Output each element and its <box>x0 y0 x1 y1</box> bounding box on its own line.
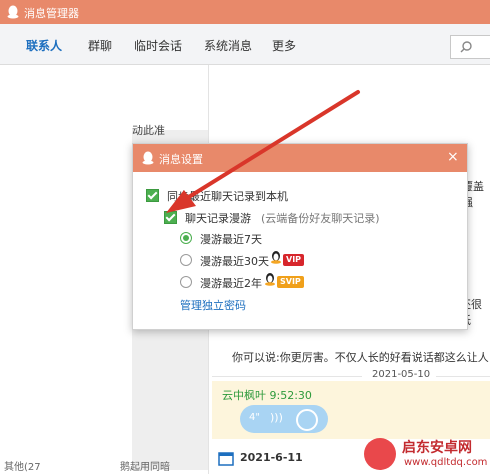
tab-group-chat[interactable]: 群聊 <box>88 37 112 54</box>
voice-duration: 4" <box>249 412 260 423</box>
dialog-titlebar: 消息设置 × <box>133 144 467 172</box>
tab-temp-chat[interactable]: 临时会话 <box>134 37 182 54</box>
watermark-logo-icon <box>364 438 396 470</box>
roam-7days-radio[interactable] <box>180 232 192 244</box>
roam-30days-label: 漫游最近30天 <box>200 255 269 268</box>
vip-badge: VIP <box>283 254 305 266</box>
voice-wave-icon: ))) <box>270 411 283 424</box>
roam-label: 聊天记录漫游 <box>185 212 251 225</box>
qq-logo-icon <box>7 5 19 19</box>
message-text: 你可以说:你更厉害。不仅人长的好看说话都这么让人 <box>232 351 489 364</box>
watermark-name: 启东安卓网 <box>402 440 472 456</box>
roam-2years-radio[interactable] <box>180 276 192 288</box>
search-input[interactable] <box>450 35 490 59</box>
close-icon[interactable]: × <box>447 149 459 165</box>
group-partial-label[interactable]: 鹅起用同暗 <box>120 458 170 473</box>
site-watermark: 启东安卓网 www.qdltdq.com <box>352 433 490 474</box>
voice-to-text-icon[interactable] <box>296 409 318 431</box>
group-other-label[interactable]: 其他(27 <box>4 458 41 473</box>
calendar-icon <box>218 452 234 466</box>
voice-message[interactable]: 4" ))) <box>240 405 328 433</box>
message-settings-dialog: 消息设置 × 同步最近聊天记录到本机 聊天记录漫游 (云端备份好友聊天记录) 漫… <box>132 143 468 330</box>
roam-2years-label: 漫游最近2年 <box>200 277 262 290</box>
penguin-vip-icon <box>271 251 281 264</box>
tab-contacts[interactable]: 联系人 <box>26 37 62 54</box>
manage-password-link[interactable]: 管理独立密码 <box>180 297 246 313</box>
tab-bar: 联系人 群聊 临时会话 系统消息 更多 <box>0 24 490 65</box>
roam-hint: (云端备份好友聊天记录) <box>261 212 380 225</box>
window-title: 消息管理器 <box>24 7 79 20</box>
qq-logo-icon <box>142 151 154 165</box>
date-divider <box>212 376 362 377</box>
roam-checkbox[interactable] <box>164 211 177 224</box>
date-separator: 2021-05-10 <box>372 369 431 380</box>
tab-system-messages[interactable]: 系统消息 <box>204 37 252 54</box>
roam-30days-radio[interactable] <box>180 254 192 266</box>
svip-badge: SVIP <box>277 276 304 288</box>
window-titlebar: 消息管理器 <box>0 0 490 24</box>
sync-checkbox[interactable] <box>146 189 159 202</box>
date-heading: 2021-6-11 <box>240 451 303 464</box>
tab-more[interactable]: 更多 <box>272 37 296 54</box>
penguin-svip-icon <box>265 273 275 286</box>
contact-partial-label: 动此准 <box>132 124 165 137</box>
watermark-url: www.qdltdq.com <box>404 457 488 468</box>
date-divider <box>436 376 490 377</box>
roam-7days-label: 漫游最近7天 <box>200 233 262 246</box>
message-sender: 云中枫叶 9:52:30 <box>222 389 312 402</box>
sync-label: 同步最近聊天记录到本机 <box>167 190 288 203</box>
dialog-title: 消息设置 <box>159 153 203 166</box>
search-icon <box>460 41 472 53</box>
